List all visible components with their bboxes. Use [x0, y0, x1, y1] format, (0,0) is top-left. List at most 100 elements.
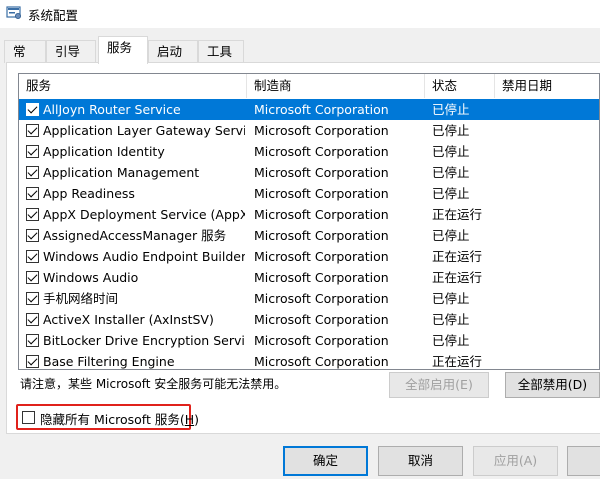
service-disabled-date — [502, 162, 599, 183]
service-name: Application Management — [43, 165, 200, 180]
service-checkbox[interactable] — [26, 124, 39, 137]
service-manufacturer: Microsoft Corporation — [254, 186, 389, 201]
list-header: 服务 制造商 状态 禁用日期 — [19, 74, 599, 98]
service-manufacturer: Microsoft Corporation — [254, 144, 389, 159]
tab-label: 启动 — [157, 44, 183, 59]
label-text: ) — [194, 412, 200, 427]
service-name: ActiveX Installer (AxInstSV) — [43, 312, 214, 327]
service-manufacturer: Microsoft Corporation — [254, 165, 389, 180]
title-bar: 系统配置 — [0, 0, 600, 28]
service-checkbox[interactable] — [26, 166, 39, 179]
service-row[interactable]: Windows Audio Microsoft Corporation 正在运行 — [19, 267, 599, 288]
disable-all-button[interactable]: 全部禁用(D) — [505, 372, 600, 398]
service-row[interactable]: Windows Audio Endpoint Builder Microsoft … — [19, 246, 599, 267]
service-disabled-date — [502, 288, 599, 309]
service-name: AppX Deployment Service (AppX... — [43, 207, 245, 222]
column-header-manufacturer[interactable]: 制造商 — [247, 74, 425, 98]
app-icon — [6, 6, 22, 20]
service-checkbox[interactable] — [26, 355, 39, 368]
service-status: 已停止 — [432, 312, 470, 327]
service-disabled-date — [502, 309, 599, 330]
ok-button[interactable]: 确定 — [283, 446, 368, 476]
hide-microsoft-services-label[interactable]: 隐藏所有 Microsoft 服务(H) — [40, 409, 199, 428]
column-header-status[interactable]: 状态 — [425, 74, 495, 98]
service-checkbox[interactable] — [26, 229, 39, 242]
service-checkbox[interactable] — [26, 271, 39, 284]
service-disabled-date — [502, 246, 599, 267]
service-row[interactable]: AllJoyn Router Service Microsoft Corporat… — [19, 99, 599, 120]
service-disabled-date — [502, 351, 599, 369]
service-checkbox[interactable] — [26, 334, 39, 347]
service-manufacturer: Microsoft Corporation — [254, 102, 389, 117]
service-name: Application Layer Gateway Service — [43, 123, 245, 138]
service-checkbox[interactable] — [26, 145, 39, 158]
service-row[interactable]: Application Layer Gateway Service Microso… — [19, 120, 599, 141]
column-header-service[interactable]: 服务 — [19, 74, 247, 98]
service-name: BitLocker Drive Encryption Service — [43, 333, 245, 348]
service-name: Base Filtering Engine — [43, 354, 175, 369]
service-checkbox[interactable] — [26, 313, 39, 326]
service-manufacturer: Microsoft Corporation — [254, 354, 389, 369]
tab-strip: 常规 引导 服务 启动 工具 — [0, 36, 600, 80]
service-row[interactable]: Application Management Microsoft Corporat… — [19, 162, 599, 183]
tab-label: 引导 — [55, 44, 81, 59]
service-disabled-date — [502, 204, 599, 225]
service-name: 手机网络时间 — [43, 291, 119, 306]
service-manufacturer: Microsoft Corporation — [254, 207, 389, 222]
service-manufacturer: Microsoft Corporation — [254, 249, 389, 264]
service-row[interactable]: 手机网络时间 Microsoft Corporation 已停止 — [19, 288, 599, 309]
service-checkbox[interactable] — [26, 250, 39, 263]
tab-label: 工具 — [207, 44, 233, 59]
service-disabled-date — [502, 330, 599, 351]
service-row[interactable]: Base Filtering Engine Microsoft Corporati… — [19, 351, 599, 369]
service-row[interactable]: App Readiness Microsoft Corporation 已停止 — [19, 183, 599, 204]
help-button[interactable] — [567, 446, 600, 476]
tab-tools[interactable]: 工具 — [198, 40, 244, 63]
service-checkbox[interactable] — [26, 292, 39, 305]
service-row[interactable]: BitLocker Drive Encryption Service Micros… — [19, 330, 599, 351]
tab-startup[interactable]: 启动 — [148, 40, 198, 63]
column-label: 制造商 — [254, 78, 292, 93]
service-manufacturer: Microsoft Corporation — [254, 123, 389, 138]
service-status: 已停止 — [432, 144, 470, 159]
cancel-button[interactable]: 取消 — [378, 446, 463, 476]
access-key: H — [184, 412, 195, 427]
service-checkbox[interactable] — [26, 187, 39, 200]
service-row[interactable]: ActiveX Installer (AxInstSV) Microsoft Co… — [19, 309, 599, 330]
service-status: 已停止 — [432, 123, 470, 138]
service-status: 已停止 — [432, 102, 470, 117]
tab-label: 服务 — [107, 40, 133, 55]
service-manufacturer: Microsoft Corporation — [254, 312, 389, 327]
service-name: App Readiness — [43, 186, 135, 201]
service-checkbox[interactable] — [26, 208, 39, 221]
service-status: 已停止 — [432, 186, 470, 201]
service-disabled-date — [502, 120, 599, 141]
service-row[interactable]: Application Identity Microsoft Corporatio… — [19, 141, 599, 162]
hide-microsoft-services-checkbox[interactable] — [22, 411, 35, 424]
tab-services[interactable]: 服务 — [98, 36, 148, 64]
service-manufacturer: Microsoft Corporation — [254, 291, 389, 306]
service-name: AssignedAccessManager 服务 — [43, 228, 227, 243]
tab-boot[interactable]: 引导 — [46, 40, 96, 63]
list-rows: AllJoyn Router Service Microsoft Corporat… — [19, 99, 599, 369]
service-row[interactable]: AssignedAccessManager 服务 Microsoft Corpor… — [19, 225, 599, 246]
tab-general[interactable]: 常规 — [4, 40, 46, 80]
apply-button[interactable]: 应用(A) — [473, 446, 558, 476]
service-name: Windows Audio — [43, 270, 139, 285]
service-status: 已停止 — [432, 165, 470, 180]
enable-all-button[interactable]: 全部启用(E) — [389, 372, 489, 398]
service-name: AllJoyn Router Service — [43, 102, 181, 117]
service-name: Windows Audio Endpoint Builder — [43, 249, 245, 264]
services-list[interactable]: 服务 制造商 状态 禁用日期 AllJoyn Router Service Mic… — [18, 73, 600, 370]
service-status: 正在运行 — [432, 354, 483, 369]
column-label: 状态 — [432, 78, 458, 93]
service-status: 已停止 — [432, 228, 470, 243]
service-manufacturer: Microsoft Corporation — [254, 270, 389, 285]
service-checkbox[interactable] — [26, 103, 39, 116]
hide-microsoft-services-highlight: 隐藏所有 Microsoft 服务(H) — [16, 404, 199, 430]
column-header-disabled-date[interactable]: 禁用日期 — [495, 74, 599, 98]
column-label: 服务 — [26, 78, 52, 93]
service-name: Application Identity — [43, 144, 165, 159]
service-status: 已停止 — [432, 333, 470, 348]
service-row[interactable]: AppX Deployment Service (AppX... Microsof… — [19, 204, 599, 225]
